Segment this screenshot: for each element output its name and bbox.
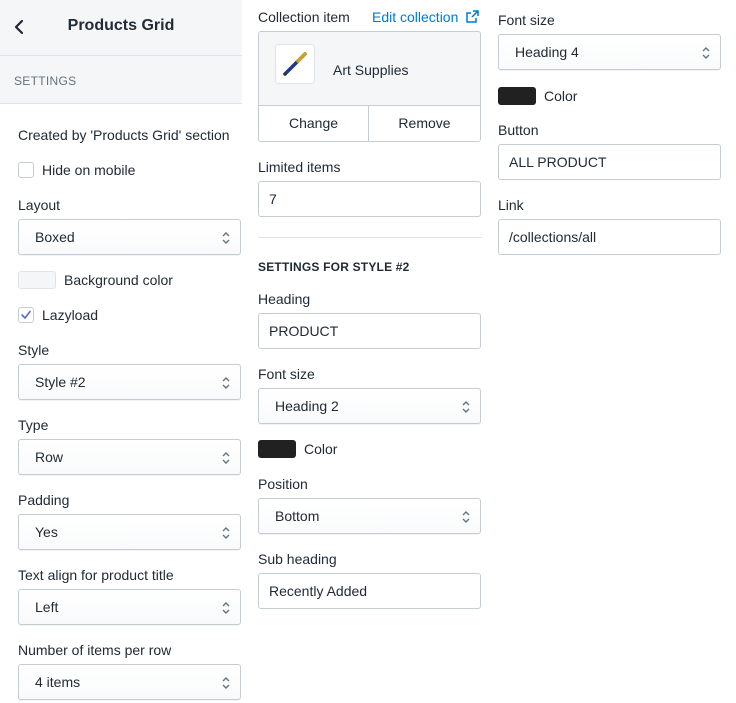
hide-on-mobile-checkbox[interactable] (18, 162, 34, 178)
select-arrows-icon (462, 401, 470, 413)
items-per-row-label: Number of items per row (18, 642, 172, 658)
panel-header: Products Grid (0, 0, 242, 56)
collection-thumbnail (275, 44, 315, 84)
sub-heading-label: Sub heading (258, 551, 337, 567)
font-size-label: Font size (258, 366, 315, 382)
type-select[interactable]: Row (18, 439, 241, 475)
remove-collection-button[interactable]: Remove (369, 106, 480, 141)
background-color-label: Background color (64, 272, 173, 288)
limited-items-input[interactable] (258, 181, 481, 217)
select-arrows-icon (462, 511, 470, 523)
text-align-value: Left (35, 599, 59, 615)
pencil-image-icon (283, 52, 307, 76)
position-label: Position (258, 476, 308, 492)
padding-select[interactable]: Yes (18, 514, 241, 550)
items-per-row-value: 4 items (35, 674, 81, 690)
edit-collection-link[interactable]: Edit collection (372, 9, 480, 25)
page-title: Products Grid (67, 17, 175, 34)
text-align-label: Text align for product title (18, 567, 174, 583)
lazyload-label: Lazyload (42, 307, 99, 323)
lazyload-checkbox[interactable] (18, 307, 34, 323)
external-link-icon (466, 10, 480, 23)
background-color-swatch[interactable] (18, 271, 56, 289)
select-arrows-icon (222, 677, 230, 689)
limited-items-label: Limited items (258, 159, 341, 175)
link-label: Link (498, 197, 524, 213)
type-value: Row (35, 449, 64, 465)
settings-bar: SETTINGS (0, 56, 242, 104)
hide-on-mobile-label: Hide on mobile (42, 162, 136, 178)
select-arrows-icon (222, 452, 230, 464)
right-font-size-label: Font size (498, 12, 555, 28)
style2-section-title: SETTINGS FOR STYLE #2 (258, 260, 410, 274)
style-label: Style (18, 342, 50, 358)
change-collection-button[interactable]: Change (259, 106, 369, 141)
text-align-select[interactable]: Left (18, 589, 241, 625)
button-text-input[interactable] (498, 144, 721, 180)
font-size-select[interactable]: Heading 2 (258, 388, 481, 424)
font-size-value: Heading 2 (275, 398, 339, 414)
right-color-label: Color (544, 88, 578, 104)
collection-card: Art Supplies Change Remove (258, 31, 481, 142)
style-value: Style #2 (35, 374, 86, 390)
padding-label: Padding (18, 492, 70, 508)
style-select[interactable]: Style #2 (18, 364, 241, 400)
heading-color-label: Color (304, 441, 338, 457)
edit-collection-text: Edit collection (372, 9, 459, 25)
sub-heading-input[interactable] (258, 573, 481, 609)
link-input[interactable] (498, 219, 721, 255)
layout-select[interactable]: Boxed (18, 219, 241, 255)
right-color-swatch[interactable] (498, 87, 536, 105)
heading-color-swatch[interactable] (258, 440, 296, 458)
select-arrows-icon (222, 527, 230, 539)
section-note: Created by 'Products Grid' section (18, 127, 230, 143)
select-arrows-icon (702, 47, 710, 59)
collection-item-label: Collection item (258, 9, 350, 25)
collection-preview: Art Supplies (259, 32, 480, 106)
button-label: Button (498, 122, 539, 138)
right-font-size-value: Heading 4 (515, 44, 579, 60)
padding-value: Yes (35, 524, 58, 540)
right-font-size-select[interactable]: Heading 4 (498, 34, 721, 70)
heading-label: Heading (258, 291, 311, 307)
settings-label: SETTINGS (14, 74, 77, 88)
position-select[interactable]: Bottom (258, 498, 481, 534)
select-arrows-icon (222, 602, 230, 614)
layout-label: Layout (18, 197, 61, 213)
checkmark-icon (21, 310, 31, 319)
divider (258, 237, 482, 238)
select-arrows-icon (222, 377, 230, 389)
type-label: Type (18, 417, 49, 433)
collection-name: Art Supplies (333, 62, 409, 78)
items-per-row-select[interactable]: 4 items (18, 664, 241, 700)
position-value: Bottom (275, 508, 320, 524)
heading-input[interactable] (258, 313, 481, 349)
layout-value: Boxed (35, 229, 75, 245)
select-arrows-icon (222, 232, 230, 244)
